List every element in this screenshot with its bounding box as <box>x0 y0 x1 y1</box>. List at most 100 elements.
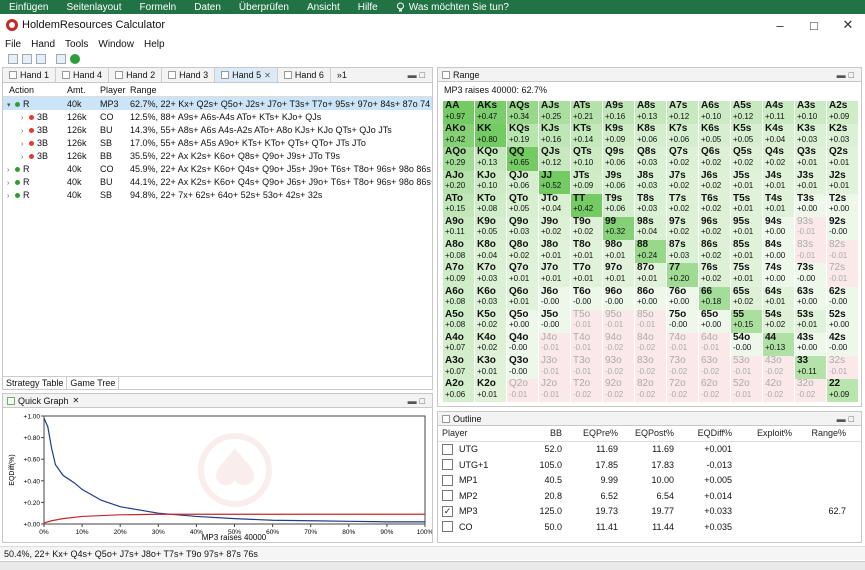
tree-row[interactable]: › R 40k BU 44.1%, 22+ Ax K2s+ K6o+ Q4s+ Q9o+… <box>3 175 432 188</box>
range-cell[interactable]: 75s +0.01 <box>731 263 762 287</box>
range-cell[interactable]: A4o +0.07 <box>443 332 474 357</box>
range-cell[interactable]: 97o +0.01 <box>603 263 634 287</box>
range-cell[interactable]: A7s +0.12 <box>667 101 698 125</box>
range-cell[interactable]: A9s +0.16 <box>603 101 634 125</box>
range-cell[interactable]: K2o +0.01 <box>475 379 506 403</box>
col-eqdiff[interactable]: EQDiff% <box>674 428 732 438</box>
range-cell[interactable]: Q8s +0.03 <box>635 147 666 171</box>
range-cell[interactable]: A5o +0.08 <box>443 309 474 333</box>
range-cell[interactable]: 77 +0.20 <box>667 263 698 287</box>
range-cell[interactable]: 95o -0.01 <box>603 309 634 333</box>
range-cell[interactable]: 88 +0.24 <box>635 240 666 264</box>
range-cell[interactable]: 86s +0.02 <box>699 240 730 264</box>
range-cell[interactable]: 82o -0.02 <box>635 379 666 403</box>
range-cell[interactable]: QTs +0.10 <box>571 147 602 171</box>
range-cell[interactable]: A8o +0.08 <box>443 240 474 264</box>
collapsed-arrow-icon[interactable]: › <box>7 167 15 174</box>
range-cell[interactable]: AJo +0.20 <box>443 170 474 194</box>
range-cell[interactable]: T6o -0.00 <box>571 286 602 310</box>
range-cell[interactable]: T8o +0.01 <box>571 240 602 264</box>
range-cell[interactable]: QQ +0.65 <box>507 147 538 171</box>
range-cell[interactable]: 22 +0.09 <box>827 379 858 403</box>
range-cell[interactable]: AKs +0.47 <box>475 101 506 125</box>
range-cell[interactable]: T6s +0.02 <box>699 193 730 217</box>
col-range[interactable]: Range% <box>792 428 846 438</box>
run-calculation-icon[interactable] <box>70 54 80 64</box>
range-cell[interactable]: J4s +0.01 <box>763 170 794 194</box>
range-cell[interactable]: 93s -0.01 <box>795 216 826 241</box>
range-cell[interactable]: 55 +0.15 <box>731 309 762 333</box>
close-tab-icon[interactable]: ✕ <box>264 71 271 80</box>
player-checkbox[interactable] <box>442 474 453 486</box>
range-cell[interactable]: Q7o +0.01 <box>507 263 538 287</box>
range-cell[interactable]: J7s +0.02 <box>667 170 698 194</box>
tree-row[interactable]: › R 40k SB 94.8%, 22+ 7x+ 62s+ 64o+ 52s+ 53o… <box>3 188 432 201</box>
range-cell[interactable]: ATs +0.21 <box>571 101 602 125</box>
col-bb[interactable]: BB <box>526 428 562 438</box>
range-cell[interactable]: A2o +0.06 <box>443 379 474 403</box>
outline-row[interactable]: ✓ MP3 125.0 19.73 19.77 +0.033 62.7 <box>438 504 861 520</box>
range-cell[interactable]: 96o -0.00 <box>603 286 634 310</box>
range-cell[interactable]: K4o +0.02 <box>475 332 506 357</box>
col-eqpre[interactable]: EQPre% <box>562 428 618 438</box>
range-cell[interactable]: T9s +0.06 <box>603 193 634 217</box>
range-cell[interactable]: T2o -0.02 <box>571 379 602 403</box>
outline-row[interactable]: UTG 52.0 11.69 11.69 +0.001 <box>438 442 861 458</box>
range-cell[interactable]: Q2o -0.01 <box>507 379 538 403</box>
range-cell[interactable]: J7o +0.01 <box>539 263 570 287</box>
range-cell[interactable]: J3o -0.01 <box>539 356 570 380</box>
range-cell[interactable]: K6o +0.03 <box>475 286 506 310</box>
range-cell[interactable]: 62s -0.00 <box>827 286 858 310</box>
range-cell[interactable]: 95s +0.01 <box>731 216 762 241</box>
range-cell[interactable]: KQo +0.13 <box>475 147 506 171</box>
range-cell[interactable]: T4s +0.01 <box>763 193 794 217</box>
tell-me-box[interactable]: Was möchten Sie tun? <box>387 2 518 13</box>
range-cell[interactable]: A3s +0.10 <box>795 101 826 125</box>
range-cell[interactable]: 84s +0.00 <box>763 240 794 264</box>
range-cell[interactable]: JTo +0.04 <box>539 193 570 217</box>
tab-hand-5[interactable]: Hand 5 ✕ <box>215 68 278 82</box>
pane-min-max-icon[interactable]: ▬□ <box>837 70 857 80</box>
range-cell[interactable]: 94s +0.00 <box>763 216 794 241</box>
range-cell[interactable]: 65s +0.02 <box>731 286 762 310</box>
range-cell[interactable]: 93o -0.02 <box>603 356 634 380</box>
range-cell[interactable]: A2s +0.09 <box>827 101 858 125</box>
range-cell[interactable]: QTo +0.05 <box>507 193 538 217</box>
range-cell[interactable]: 54s +0.02 <box>763 309 794 333</box>
range-cell[interactable]: 44 +0.13 <box>763 332 794 357</box>
range-cell[interactable]: K6s +0.05 <box>699 124 730 148</box>
range-cell[interactable]: T2s +0.00 <box>827 193 858 217</box>
range-cell[interactable]: 86o +0.00 <box>635 286 666 310</box>
range-cell[interactable]: Q5s +0.02 <box>731 147 762 171</box>
range-cell[interactable]: Q2s +0.01 <box>827 147 858 171</box>
range-cell[interactable]: K7o +0.03 <box>475 263 506 287</box>
range-cell[interactable]: 42o -0.02 <box>763 379 794 403</box>
outline-row[interactable]: MP1 40.5 9.99 10.00 +0.005 <box>438 473 861 489</box>
col-action[interactable]: Action <box>3 85 67 95</box>
range-cell[interactable]: A3o +0.07 <box>443 356 474 380</box>
tree-row[interactable]: › 3B 126k BB 35.5%, 22+ Ax K2s+ K6o+ Q8s+ Q9… <box>3 149 432 162</box>
outline-tab[interactable]: Outline <box>453 414 482 424</box>
range-cell[interactable]: 87o +0.01 <box>635 263 666 287</box>
player-checkbox[interactable]: ✓ <box>442 505 453 517</box>
col-eqpost[interactable]: EQPost% <box>618 428 674 438</box>
tree-row[interactable]: ▾ R 40k MP3 62.7%, 22+ Kx+ Q2s+ Q5o+ J2s+ J7… <box>3 97 432 110</box>
save-icon[interactable] <box>36 54 46 64</box>
range-cell[interactable]: T9o +0.02 <box>571 216 602 241</box>
range-cell[interactable]: AQs +0.34 <box>507 101 538 125</box>
tab-hand-6[interactable]: Hand 6 <box>278 68 331 82</box>
outline-row[interactable]: UTG+1 105.0 17.85 17.83 -0.013 <box>438 457 861 473</box>
range-cell[interactable]: A7o +0.09 <box>443 263 474 287</box>
range-cell[interactable]: J9s +0.06 <box>603 170 634 194</box>
range-cell[interactable]: KQs +0.19 <box>507 124 538 148</box>
close-tab-icon[interactable]: ✕ <box>73 396 80 405</box>
range-cell[interactable]: 53s +0.01 <box>795 309 826 333</box>
range-cell[interactable]: JTs +0.09 <box>571 170 602 194</box>
range-cell[interactable]: 87s +0.03 <box>667 240 698 264</box>
range-cell[interactable]: T8s +0.03 <box>635 193 666 217</box>
range-cell[interactable]: A6s +0.10 <box>699 101 730 125</box>
new-hand-icon[interactable] <box>8 54 18 64</box>
range-cell[interactable]: 94o -0.02 <box>603 332 634 357</box>
range-cell[interactable]: 97s +0.02 <box>667 216 698 241</box>
range-cell[interactable]: T5s +0.01 <box>731 193 762 217</box>
